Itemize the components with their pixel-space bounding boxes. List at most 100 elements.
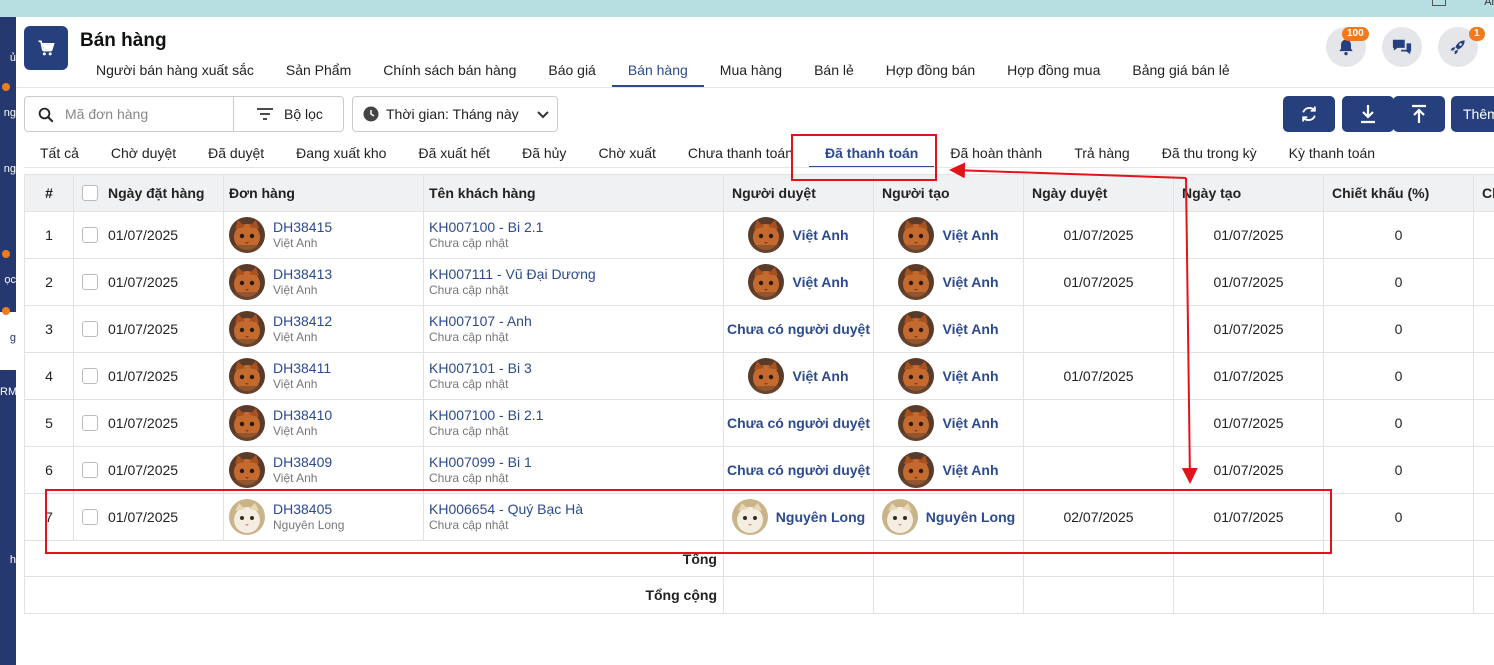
creator-name[interactable]: Việt Anh bbox=[942, 274, 998, 290]
status-tab[interactable]: Tất cả bbox=[24, 138, 95, 168]
row-checkbox[interactable] bbox=[82, 321, 98, 337]
download-button[interactable] bbox=[1342, 96, 1394, 132]
creator-name[interactable]: Nguyên Long bbox=[926, 509, 1015, 525]
approver-user[interactable]: Việt Anh bbox=[748, 358, 849, 394]
sidebar-item[interactable]: h bbox=[0, 553, 16, 567]
customer-sub: Chưa cập nhật bbox=[429, 471, 509, 485]
header-customer[interactable]: Tên khách hàng bbox=[424, 175, 724, 211]
header-created-date[interactable]: Ngày tạo bbox=[1174, 175, 1324, 211]
customer-link[interactable]: KH007100 - Bi 2.1 bbox=[429, 407, 543, 423]
nav-tab[interactable]: Bán lẻ bbox=[798, 54, 870, 87]
table-row[interactable]: 5 01/07/2025 DH38410 Việt Anh KH007100 - Bi … bbox=[25, 400, 1494, 447]
filter-button[interactable]: Bộ lọc bbox=[234, 97, 344, 131]
order-code-link[interactable]: DH38415 bbox=[273, 219, 332, 235]
sidebar-item[interactable]: RM bbox=[0, 385, 16, 399]
table-row[interactable]: 1 01/07/2025 DH38415 Việt Anh KH007100 - Bi … bbox=[25, 212, 1494, 259]
sidebar-item[interactable]: ng bbox=[0, 162, 16, 176]
customer-link[interactable]: KH007100 - Bi 2.1 bbox=[429, 219, 543, 235]
chat-icon[interactable] bbox=[1382, 27, 1422, 67]
approver-name[interactable]: Nguyên Long bbox=[776, 509, 865, 525]
status-tab[interactable]: Chờ xuất bbox=[582, 138, 671, 168]
status-tab[interactable]: Chưa thanh toán bbox=[672, 138, 809, 168]
avatar bbox=[229, 264, 265, 300]
creator-user[interactable]: Việt Anh bbox=[898, 217, 999, 253]
row-checkbox[interactable] bbox=[82, 368, 98, 384]
creator-name[interactable]: Việt Anh bbox=[942, 415, 998, 431]
approver-user[interactable]: Nguyên Long bbox=[731, 499, 865, 535]
table-row[interactable]: 4 01/07/2025 DH38411 Việt Anh KH007101 - Bi … bbox=[25, 353, 1494, 400]
customer-link[interactable]: KH007107 - Anh bbox=[429, 313, 532, 329]
nav-tab[interactable]: Hợp đồng bán bbox=[870, 54, 991, 87]
creator-user[interactable]: Việt Anh bbox=[898, 264, 999, 300]
creator-name[interactable]: Việt Anh bbox=[942, 462, 998, 478]
search-input[interactable] bbox=[65, 97, 225, 131]
status-tab[interactable]: Đang xuất kho bbox=[280, 138, 402, 168]
table-row[interactable]: 2 01/07/2025 DH38413 Việt Anh KH007111 - Vũ … bbox=[25, 259, 1494, 306]
nav-tab[interactable]: Sản Phẩm bbox=[270, 54, 367, 87]
header-approved-date[interactable]: Ngày duyệt bbox=[1024, 175, 1174, 211]
nav-tab[interactable]: Báo giá bbox=[532, 54, 611, 87]
header-next[interactable]: Ch bbox=[1474, 175, 1494, 211]
approver-name[interactable]: Việt Anh bbox=[792, 227, 848, 243]
row-checkbox[interactable] bbox=[82, 274, 98, 290]
customer-link[interactable]: KH007101 - Bi 3 bbox=[429, 360, 532, 376]
status-tab[interactable]: Chờ duyệt bbox=[95, 138, 192, 168]
row-checkbox[interactable] bbox=[82, 227, 98, 243]
header-discount[interactable]: Chiết khấu (%) bbox=[1324, 175, 1474, 211]
table-row[interactable]: 7 01/07/2025 DH38405 Nguyên Long KH006654 - … bbox=[25, 494, 1494, 541]
approver-name[interactable]: Việt Anh bbox=[792, 368, 848, 384]
customer-link[interactable]: KH007111 - Vũ Đại Dương bbox=[429, 266, 596, 282]
add-button[interactable]: Thêm bbox=[1451, 96, 1494, 132]
select-all-checkbox[interactable] bbox=[82, 185, 98, 201]
creator-name[interactable]: Việt Anh bbox=[942, 227, 998, 243]
order-code-link[interactable]: DH38413 bbox=[273, 266, 332, 282]
header-order[interactable]: Đơn hàng bbox=[224, 175, 424, 211]
creator-user[interactable]: Việt Anh bbox=[898, 452, 999, 488]
order-code-link[interactable]: DH38409 bbox=[273, 454, 332, 470]
row-checkbox[interactable] bbox=[82, 509, 98, 525]
status-tab[interactable]: Kỳ thanh toán bbox=[1273, 138, 1391, 168]
table-row[interactable]: 6 01/07/2025 DH38409 Việt Anh KH007099 - Bi … bbox=[25, 447, 1494, 494]
creator-user[interactable]: Nguyên Long bbox=[881, 499, 1015, 535]
nav-tab[interactable]: Bảng giá bán lẻ bbox=[1116, 54, 1245, 87]
row-checkbox[interactable] bbox=[82, 462, 98, 478]
creator-name[interactable]: Việt Anh bbox=[942, 368, 998, 384]
order-code-link[interactable]: DH38405 bbox=[273, 501, 344, 517]
nav-tab[interactable]: Chính sách bán hàng bbox=[367, 54, 532, 87]
sidebar-item[interactable]: ủ bbox=[0, 51, 16, 65]
approver-user[interactable]: Việt Anh bbox=[748, 217, 849, 253]
nav-tab[interactable]: Người bán hàng xuất sắc bbox=[80, 54, 270, 87]
status-tab[interactable]: Đã hoàn thành bbox=[934, 138, 1058, 168]
sidebar-item[interactable]: ọc bbox=[0, 273, 16, 287]
status-tab[interactable]: Đã xuất hết bbox=[402, 138, 506, 168]
nav-tab[interactable]: Mua hàng bbox=[704, 54, 798, 87]
sidebar-item[interactable]: g bbox=[0, 331, 16, 345]
creator-name[interactable]: Việt Anh bbox=[942, 321, 998, 337]
status-tab-active[interactable]: Đã thanh toán bbox=[809, 138, 935, 168]
order-code-link[interactable]: DH38411 bbox=[273, 360, 331, 376]
sidebar-item[interactable]: ng bbox=[0, 106, 16, 120]
status-tab[interactable]: Đã thu trong kỳ bbox=[1146, 138, 1273, 168]
cart-icon[interactable] bbox=[24, 26, 68, 70]
order-code-link[interactable]: DH38410 bbox=[273, 407, 332, 423]
table-row[interactable]: 3 01/07/2025 DH38412 Việt Anh KH007107 - Anh… bbox=[25, 306, 1494, 353]
refresh-button[interactable] bbox=[1283, 96, 1335, 132]
time-select[interactable]: Thời gian: Tháng này bbox=[352, 96, 558, 132]
creator-user[interactable]: Việt Anh bbox=[898, 311, 999, 347]
customer-link[interactable]: KH007099 - Bi 1 bbox=[429, 454, 532, 470]
creator-user[interactable]: Việt Anh bbox=[898, 405, 999, 441]
nav-tab[interactable]: Hợp đồng mua bbox=[991, 54, 1116, 87]
approver-name[interactable]: Việt Anh bbox=[792, 274, 848, 290]
status-tab[interactable]: Trả hàng bbox=[1058, 138, 1146, 168]
nav-tab-active[interactable]: Bán hàng bbox=[611, 54, 704, 87]
status-tab[interactable]: Đã duyệt bbox=[192, 138, 280, 168]
order-code-link[interactable]: DH38412 bbox=[273, 313, 332, 329]
row-checkbox[interactable] bbox=[82, 415, 98, 431]
header-creator[interactable]: Người tạo bbox=[874, 175, 1024, 211]
header-approver[interactable]: Người duyệt bbox=[724, 175, 874, 211]
status-tab[interactable]: Đã hủy bbox=[506, 138, 582, 168]
upload-button[interactable] bbox=[1393, 96, 1445, 132]
approver-user[interactable]: Việt Anh bbox=[748, 264, 849, 300]
customer-link[interactable]: KH006654 - Quý Bạc Hà bbox=[429, 501, 583, 517]
creator-user[interactable]: Việt Anh bbox=[898, 358, 999, 394]
